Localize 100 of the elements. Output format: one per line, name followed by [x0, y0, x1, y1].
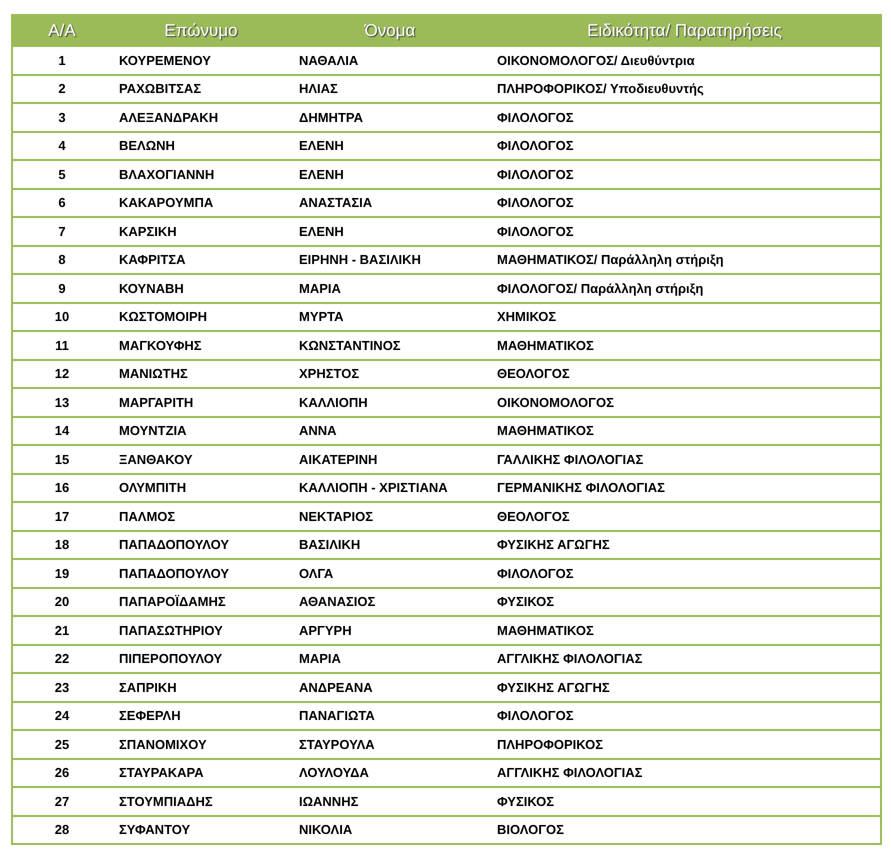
table-cell: ΚΑΦΡΙΤΣΑ — [111, 246, 291, 274]
table-cell: ΣΥΦΑΝΤΟΥ — [111, 816, 291, 844]
table-cell: ΒΑΣΙΛΙΚΗ — [291, 530, 489, 559]
table-cell: ΕΛΕΝΗ — [291, 217, 489, 246]
table-cell: ΝΕΚΤΑΡΙΟΣ — [291, 502, 489, 530]
table-cell: ΚΑΚΑΡΟΥΜΠΑ — [111, 188, 291, 217]
table-cell: ΑΓΓΛΙΚΗΣ ΦΙΛΟΛΟΓΙΑΣ — [489, 758, 881, 787]
table-cell: 21 — [12, 616, 111, 644]
table-cell: 16 — [12, 474, 111, 502]
table-cell: ΑΘΑΝΑΣΙΟΣ — [291, 588, 489, 616]
table-cell: ΗΛΙΑΣ — [291, 74, 489, 103]
table-cell: 1 — [12, 46, 111, 74]
table-cell: ΒΛΑΧΟΓΙΑΝΝΗ — [111, 160, 291, 188]
table-cell: 14 — [12, 416, 111, 445]
table-cell: 18 — [12, 530, 111, 559]
table-cell: 28 — [12, 816, 111, 844]
table-cell: ΜΟΥΝΤΖΙΑ — [111, 416, 291, 445]
table-cell: ΕΙΡΗΝΗ - ΒΑΣΙΛΙΚΗ — [291, 246, 489, 274]
table-cell: ΟΙΚΟΝΟΜΟΛΟΓΟΣ/ Διευθύντρια — [489, 46, 881, 74]
table-cell: ΟΛΓΑ — [291, 559, 489, 588]
table-cell: 23 — [12, 673, 111, 702]
table-cell: ΝΑΘΑΛΙΑ — [291, 46, 489, 74]
table-cell: ΧΡΗΣΤΟΣ — [291, 360, 489, 388]
table-cell: ΠΑΝΑΓΙΩΤΑ — [291, 702, 489, 730]
table-cell: ΔΗΜΗΤΡΑ — [291, 103, 489, 132]
table-cell: ΧΗΜΙΚΟΣ — [489, 302, 881, 331]
table-cell: ΘΕΟΛΟΓΟΣ — [489, 360, 881, 388]
table-cell: ΝΙΚΟΛΙΑ — [291, 816, 489, 844]
table-cell: ΣΕΦΕΡΛΗ — [111, 702, 291, 730]
column-header: Όνομα — [291, 15, 489, 46]
table-cell: ΦΙΛΟΛΟΓΟΣ — [489, 103, 881, 132]
table-cell: ΦΙΛΟΛΟΓΟΣ — [489, 160, 881, 188]
table-cell: 7 — [12, 217, 111, 246]
table-cell: ΦΙΛΟΛΟΓΟΣ — [489, 702, 881, 730]
table-cell: ΒΙΟΛΟΓΟΣ — [489, 816, 881, 844]
table-cell: ΜΑΡΙΑ — [291, 274, 489, 302]
table-cell: ΡΑΧΩΒΙΤΣΑΣ — [111, 74, 291, 103]
table-cell: ΜΑΡΙΑ — [291, 644, 489, 673]
table-cell: ΜΑΓΚΟΥΦΗΣ — [111, 331, 291, 360]
table-cell: ΓΑΛΛΙΚΗΣ ΦΙΛΟΛΟΓΙΑΣ — [489, 445, 881, 474]
table-cell: 24 — [12, 702, 111, 730]
table-cell: ΠΛΗΡΟΦΟΡΙΚΟΣ — [489, 730, 881, 758]
table-cell: ΣΤΟΥΜΠΙΑΔΗΣ — [111, 787, 291, 816]
table-cell: ΚΑΛΛΙΟΠΗ — [291, 388, 489, 416]
table-cell: ΑΡΓΥΡΗ — [291, 616, 489, 644]
table-cell: ΣΠΑΝΟΜΙΧΟΥ — [111, 730, 291, 758]
table-cell: ΓΕΡΜΑΝΙΚΗΣ ΦΙΛΟΛΟΓΙΑΣ — [489, 474, 881, 502]
table-cell: 12 — [12, 360, 111, 388]
table-cell: ΜΑΡΓΑΡΙΤΗ — [111, 388, 291, 416]
table-cell: 27 — [12, 787, 111, 816]
table-cell: 3 — [12, 103, 111, 132]
column-header: Α/Α — [12, 15, 111, 46]
table-cell: ΚΩΝΣΤΑΝΤΙΝΟΣ — [291, 331, 489, 360]
table-cell: ΦΥΣΙΚΟΣ — [489, 787, 881, 816]
table-cell: ΘΕΟΛΟΓΟΣ — [489, 502, 881, 530]
table-cell: ΦΙΛΟΛΟΓΟΣ — [489, 188, 881, 217]
table-cell: ΚΑΡΣΙΚΗ — [111, 217, 291, 246]
table-cell: 6 — [12, 188, 111, 217]
table-cell: ΕΛΕΝΗ — [291, 132, 489, 160]
table-cell: ΕΛΕΝΗ — [291, 160, 489, 188]
table-cell: ΦΥΣΙΚΟΣ — [489, 588, 881, 616]
table-cell: ΦΥΣΙΚΗΣ ΑΓΩΓΗΣ — [489, 673, 881, 702]
table-cell: ΠΑΠΑΣΩΤΗΡΙΟΥ — [111, 616, 291, 644]
table-cell: ΟΙΚΟΝΟΜΟΛΟΓΟΣ — [489, 388, 881, 416]
table-cell: ΣΑΠΡΙΚΗ — [111, 673, 291, 702]
table-cell: 11 — [12, 331, 111, 360]
table-cell: 10 — [12, 302, 111, 331]
column-header: Επώνυμο — [111, 15, 291, 46]
table-cell: 2 — [12, 74, 111, 103]
table-cell: ΞΑΝΘΑΚΟΥ — [111, 445, 291, 474]
table-cell: 26 — [12, 758, 111, 787]
table-cell: 20 — [12, 588, 111, 616]
table-cell: ΜΑΘΗΜΑΤΙΚΟΣ — [489, 616, 881, 644]
table-cell: ΑΝΑΣΤΑΣΙΑ — [291, 188, 489, 217]
table-cell: ΚΟΥΡΕΜΕΝΟΥ — [111, 46, 291, 74]
table-cell: ΣΤΑΥΡΟΥΛΑ — [291, 730, 489, 758]
table-cell: ΜΥΡΤΑ — [291, 302, 489, 331]
table-cell: ΠΑΠΑΔΟΠΟΥΛΟΥ — [111, 559, 291, 588]
table-cell: ΚΩΣΤΟΜΟΙΡΗ — [111, 302, 291, 331]
table-cell: ΦΥΣΙΚΗΣ ΑΓΩΓΗΣ — [489, 530, 881, 559]
table-cell: ΜΑΘΗΜΑΤΙΚΟΣ — [489, 416, 881, 445]
table-cell: ΜΑΘΗΜΑΤΙΚΟΣ — [489, 331, 881, 360]
table-cell: 9 — [12, 274, 111, 302]
table-cell: 13 — [12, 388, 111, 416]
table-cell: ΚΑΛΛΙΟΠΗ - ΧΡΙΣΤΙΑΝΑ — [291, 474, 489, 502]
table-cell: ΠΙΠΕΡΟΠΟΥΛΟΥ — [111, 644, 291, 673]
table-cell: ΠΑΛΜΟΣ — [111, 502, 291, 530]
table-cell: ΛΟΥΛΟΥΔΑ — [291, 758, 489, 787]
table-cell: ΠΛΗΡΟΦΟΡΙΚΟΣ/ Υποδιευθυντής — [489, 74, 881, 103]
table-cell: ΜΑΘΗΜΑΤΙΚΟΣ/ Παράλληλη στήριξη — [489, 246, 881, 274]
table-cell: 4 — [12, 132, 111, 160]
table-cell: ΟΛΥΜΠΙΤΗ — [111, 474, 291, 502]
table-cell: ΦΙΛΟΛΟΓΟΣ — [489, 217, 881, 246]
table-cell: 19 — [12, 559, 111, 588]
table-cell: ΦΙΛΟΛΟΓΟΣ — [489, 132, 881, 160]
table-cell: ΦΙΛΟΛΟΓΟΣ/ Παράλληλη στήριξη — [489, 274, 881, 302]
table-cell: ΑΓΓΛΙΚΗΣ ΦΙΛΟΛΟΓΙΑΣ — [489, 644, 881, 673]
table-cell: ΙΩΑΝΝΗΣ — [291, 787, 489, 816]
table-cell: ΦΙΛΟΛΟΓΟΣ — [489, 559, 881, 588]
table-cell: ΠΑΠΑΔΟΠΟΥΛΟΥ — [111, 530, 291, 559]
